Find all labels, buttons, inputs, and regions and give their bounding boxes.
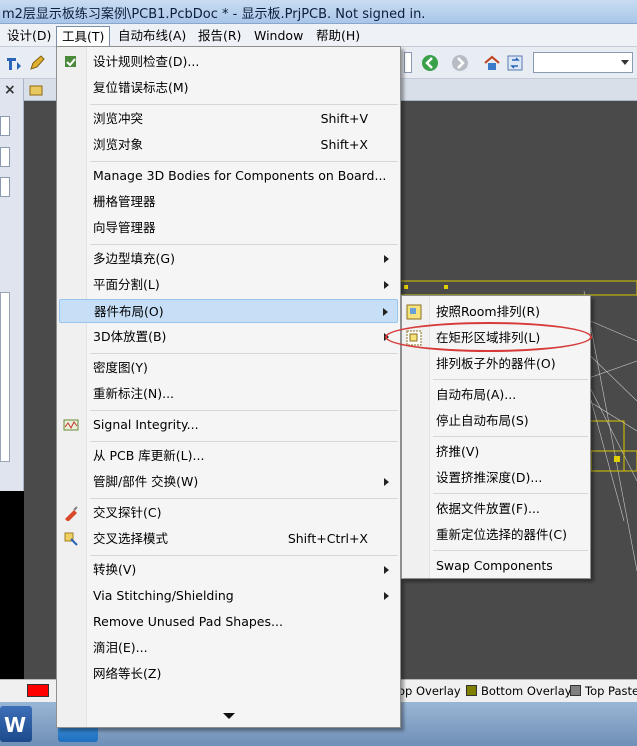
cross-select-icon (64, 532, 78, 546)
menu-item-reset-errors[interactable]: 复位错误标志(M) (59, 76, 398, 100)
submenu-item-auto-placer[interactable]: 自动布局(A)... (404, 382, 588, 408)
menu-item-split-planes[interactable]: 平面分割(L) (59, 273, 398, 297)
menu-item-manage-3d-bodies[interactable]: Manage 3D Bodies for Components on Board… (59, 164, 398, 188)
panel-dropdown[interactable] (0, 177, 10, 197)
menu-item-3d-body-placement[interactable]: 3D体放置(B) (59, 325, 398, 349)
submenu-arrow-icon (383, 308, 388, 316)
toolbar-dropdown[interactable] (533, 52, 633, 73)
signal-integrity-icon (63, 419, 79, 431)
menu-item-cross-select-mode[interactable]: 交叉选择模式 Shift+Ctrl+X (59, 527, 398, 551)
layer-tab-bottom-overlay[interactable]: Bottom Overlay (466, 684, 572, 699)
layer-tab-top-paste[interactable]: Top Paste (570, 684, 637, 699)
drc-check-icon (65, 56, 76, 67)
tools-menu: 设计规则检查(D)... 复位错误标志(M) 浏览冲突 Shift+V 浏览对象… (56, 46, 401, 728)
menu-item-signal-integrity[interactable]: Signal Integrity... (59, 413, 398, 437)
menu-window[interactable]: Window (249, 26, 308, 45)
close-icon[interactable]: × (4, 82, 16, 98)
panel-button[interactable] (0, 147, 10, 167)
menu-reports[interactable]: 报告(R) (193, 26, 246, 45)
annotation-ellipse (385, 322, 592, 352)
panel-list[interactable] (0, 292, 10, 462)
toolbar-combo[interactable] (404, 52, 412, 73)
menu-item-remove-unused-pads[interactable]: Remove Unused Pad Shapes... (59, 610, 398, 634)
menu-separator (433, 379, 588, 380)
menu-item-guide-manager[interactable]: 向导管理器 (59, 216, 398, 240)
menu-item-polygon-pours[interactable]: 多边型填充(G) (59, 247, 398, 271)
submenu-item-shove[interactable]: 挤推(V) (404, 439, 588, 465)
menu-item-via-stitching[interactable]: Via Stitching/Shielding (59, 584, 398, 608)
menu-scroll-down-icon[interactable] (223, 713, 235, 719)
menu-separator (90, 104, 398, 105)
route-icon[interactable] (5, 54, 23, 72)
menu-item-update-from-pcb-lib[interactable]: 从 PCB 库更新(L)... (59, 444, 398, 468)
menu-item-teardrops[interactable]: 滴泪(E)... (59, 636, 398, 660)
submenu-arrow-icon (384, 281, 389, 289)
submenu-arrow-icon (384, 255, 389, 263)
left-panel: × (0, 79, 24, 746)
menu-item-browse-objects[interactable]: 浏览对象 Shift+X (59, 133, 398, 157)
arrange-room-icon (406, 304, 422, 320)
current-layer-swatch[interactable] (27, 684, 53, 699)
menu-item-pin-part-swap[interactable]: 管脚/部件 交换(W) (59, 470, 398, 494)
title-bar: m2层显示板练习案例\PCB1.PcbDoc * - 显示板.PrjPCB. N… (0, 0, 637, 24)
submenu-item-place-from-file[interactable]: 依据文件放置(F)... (404, 496, 588, 522)
home-icon[interactable] (483, 54, 501, 72)
menu-item-density-map[interactable]: 密度图(Y) (59, 356, 398, 380)
submenu-arrow-icon (384, 478, 389, 486)
submenu-item-set-shove-depth[interactable]: 设置挤推深度(D)... (404, 465, 588, 491)
menu-item-cross-probe[interactable]: 交叉探针(C) (59, 501, 398, 525)
menu-bar: 设计(D) 工具(T) 自动布线(A) 报告(R) Window 帮助(H) (0, 24, 637, 48)
cross-probe-icon (65, 506, 78, 521)
menu-item-component-placement[interactable]: 器件布局(O) (59, 299, 398, 323)
menu-separator (90, 244, 398, 245)
menu-item-grid-manager[interactable]: 栅格管理器 (59, 190, 398, 214)
menu-separator (90, 498, 398, 499)
menu-separator (90, 410, 398, 411)
submenu-item-stop-auto-placer[interactable]: 停止自动布局(S) (404, 408, 588, 434)
menu-separator (90, 441, 398, 442)
svg-text:W: W (4, 713, 26, 737)
submenu-arrow-icon (384, 592, 389, 600)
menu-separator (90, 555, 398, 556)
menu-item-browse-violations[interactable]: 浏览冲突 Shift+V (59, 107, 398, 131)
submenu-item-reposition-selected[interactable]: 重新定位选择的器件(C) (404, 522, 588, 548)
menu-item-net-length-tuning[interactable]: 网络等长(Z) (59, 662, 398, 686)
submenu-arrow-icon (384, 566, 389, 574)
menu-tools[interactable]: 工具(T) (56, 26, 111, 48)
menu-separator (433, 493, 588, 494)
submenu-item-swap-components[interactable]: Swap Components (404, 553, 588, 579)
layer-swatch (570, 685, 581, 696)
window-title: m2层显示板练习案例\PCB1.PcbDoc * - 显示板.PrjPCB. N… (2, 7, 426, 22)
pcb-doc-icon[interactable] (29, 83, 43, 97)
layer-swatch (466, 685, 477, 696)
word-taskbar-icon[interactable]: W (0, 706, 32, 742)
layer-tab-top-overlay[interactable]: op Overlay (398, 684, 461, 699)
menu-autoroute[interactable]: 自动布线(A) (113, 26, 191, 45)
menu-separator (433, 436, 588, 437)
submenu-item-arrange-outside-board[interactable]: 排列板子外的器件(O) (404, 351, 588, 377)
panel-button[interactable] (0, 116, 10, 136)
menu-separator (433, 550, 588, 551)
menu-help[interactable]: 帮助(H) (311, 26, 365, 45)
menu-design[interactable]: 设计(D) (2, 26, 56, 45)
menu-separator (90, 161, 398, 162)
menu-item-drc[interactable]: 设计规则检查(D)... (59, 50, 398, 74)
forward-icon[interactable] (451, 54, 469, 72)
sync-icon[interactable] (506, 54, 524, 72)
pencil-icon[interactable] (28, 54, 46, 72)
back-icon[interactable] (421, 54, 439, 72)
menu-item-reannotate[interactable]: 重新标注(N)... (59, 382, 398, 406)
menu-separator (90, 353, 398, 354)
menu-item-convert[interactable]: 转换(V) (59, 558, 398, 582)
